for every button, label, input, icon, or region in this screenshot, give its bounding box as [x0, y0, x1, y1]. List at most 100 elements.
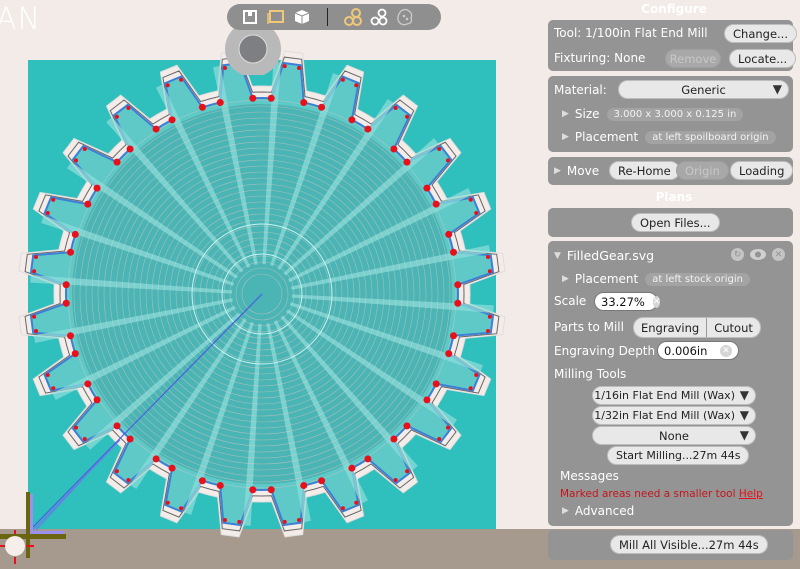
smaller-tool-warning-marker [403, 158, 411, 166]
scale-input[interactable]: 33.27% ✕ [594, 292, 661, 311]
engraving-depth-input[interactable]: 0.006in ✕ [657, 341, 739, 360]
start-milling-button[interactable]: Start Milling...27m 44s [607, 446, 750, 465]
smaller-tool-warning-marker [485, 329, 490, 334]
smaller-tool-warning-marker [216, 482, 224, 490]
smaller-tool-warning-marker [114, 114, 119, 119]
smaller-tool-warning-marker [126, 435, 134, 443]
tool-card: Tool: 1/100in Flat End Mill Change... Fi… [548, 20, 797, 71]
expand-triangle-icon: ▶ [562, 274, 569, 284]
smaller-tool-warning-marker [45, 372, 50, 377]
smaller-tool-warning-marker [340, 77, 345, 82]
smaller-tool-warning-marker [454, 299, 462, 307]
open-files-button[interactable]: Open Files... [631, 213, 720, 232]
smaller-tool-warning-marker [393, 477, 398, 482]
file-name: FilledGear.svg [566, 248, 655, 263]
dropdown-arrow-icon: ▼ [772, 82, 782, 96]
smaller-tool-warning-marker [198, 477, 206, 485]
smaller-tool-warning-marker [126, 145, 134, 153]
milling-tool-select-2[interactable]: 1/32in Flat End Mill (Wax) ▼ [592, 406, 756, 425]
smaller-tool-warning-marker [34, 254, 39, 259]
cutout-toggle[interactable]: Cutout [706, 318, 760, 337]
smaller-tool-warning-marker [437, 437, 442, 442]
error-message: Marked areas need a smaller tool Help [560, 488, 763, 500]
change-tool-button[interactable]: Change... [724, 24, 797, 43]
smaller-tool-warning-marker [300, 482, 308, 490]
smaller-tool-warning-marker [364, 125, 372, 133]
view-top-icon[interactable] [241, 8, 259, 26]
advanced-row[interactable]: ▶ Advanced [562, 504, 634, 518]
smaller-tool-warning-marker [423, 184, 431, 192]
smaller-tool-warning-marker [51, 197, 56, 202]
smaller-tool-warning-marker [354, 500, 359, 505]
milling-tool-select-3[interactable]: None ▼ [592, 426, 756, 445]
smaller-tool-warning-marker [71, 230, 79, 238]
remove-file-icon[interactable]: ✕ [772, 248, 785, 261]
milling-tool-select-1[interactable]: 1/16in Flat End Mill (Wax) ▼ [592, 386, 756, 405]
file-placement-row[interactable]: ▶ Placement at left stock origin [562, 272, 751, 286]
smaller-tool-warning-marker [113, 158, 121, 166]
mill-all-visible-button[interactable]: Mill All Visible...27m 44s [610, 535, 768, 554]
origin-button[interactable]: Origin [676, 161, 729, 180]
material-label: Material: [554, 83, 607, 97]
smaller-tool-warning-marker [487, 314, 492, 319]
show-toolpaths-outline-icon[interactable] [370, 8, 388, 26]
view-3d-icon[interactable] [293, 8, 311, 26]
loading-button[interactable]: Loading [730, 161, 794, 180]
smaller-tool-warning-marker [297, 66, 302, 71]
remove-fixture-button[interactable]: Remove [665, 49, 721, 68]
smaller-tool-warning-marker [445, 425, 450, 430]
file-placement-value: at left stock origin [645, 272, 751, 286]
smaller-tool-warning-marker [179, 77, 184, 82]
clear-scale-icon[interactable]: ✕ [652, 295, 661, 308]
file-header[interactable]: ▼ FilledGear.svg [554, 248, 654, 263]
smaller-tool-warning-marker [84, 380, 92, 388]
show-material-icon[interactable] [396, 8, 414, 26]
smaller-tool-warning-marker [62, 299, 70, 307]
refresh-icon[interactable]: ↻ [731, 248, 744, 261]
fixturing-label: Fixturing: None [554, 51, 646, 65]
parts-segmented-control: Engraving Cutout [633, 317, 761, 338]
smaller-tool-warning-marker [168, 116, 176, 124]
smaller-tool-warning-marker [487, 269, 492, 274]
smaller-tool-warning-marker [432, 380, 440, 388]
smaller-tool-warning-marker [62, 281, 70, 289]
rehome-button[interactable]: Re-Home [609, 161, 680, 180]
expand-triangle-icon: ▶ [562, 506, 569, 516]
placement-row[interactable]: ▶ Placement at left spoilboard origin [562, 130, 776, 144]
smaller-tool-warning-marker [364, 455, 372, 463]
smaller-tool-warning-marker [126, 106, 131, 111]
locate-button[interactable]: Locate... [729, 49, 797, 68]
smaller-tool-warning-marker [74, 158, 79, 163]
view-toolbar [227, 4, 441, 30]
parts-to-mill-label: Parts to Mill [554, 320, 624, 334]
smaller-tool-warning-marker [390, 435, 398, 443]
placement-label: Placement [574, 130, 639, 144]
move-row[interactable]: ▶ Move [554, 164, 599, 178]
smaller-tool-warning-marker [82, 146, 87, 151]
smaller-tool-warning-marker [468, 197, 473, 202]
smaller-tool-warning-marker [267, 94, 275, 102]
smaller-tool-warning-marker [249, 486, 257, 494]
size-value: 3.000 x 3.000 x 0.125 in [606, 107, 744, 121]
toolpath-preview[interactable] [0, 0, 540, 569]
advanced-label: Advanced [574, 504, 635, 518]
plans-heading: Plans [655, 190, 693, 204]
view-front-icon[interactable] [267, 8, 285, 26]
open-files-card: Open Files... [548, 208, 793, 237]
smaller-tool-warning-marker [152, 455, 160, 463]
clear-depth-icon[interactable]: ✕ [720, 344, 732, 357]
smaller-tool-warning-marker [450, 248, 458, 256]
visibility-eye-icon[interactable] [749, 248, 767, 261]
show-toolpaths-filled-icon[interactable] [344, 8, 362, 26]
smaller-tool-warning-marker [423, 396, 431, 404]
scale-value: 33.27% [601, 294, 645, 309]
material-select[interactable]: Generic ▼ [618, 80, 789, 99]
engraving-depth-value: 0.006in [664, 343, 708, 358]
size-row[interactable]: ▶ Size 3.000 x 3.000 x 0.125 in [562, 107, 744, 121]
smaller-tool-warning-marker [485, 254, 490, 259]
smaller-tool-warning-marker [249, 94, 257, 102]
smaller-tool-warning-marker [165, 500, 170, 505]
engraving-toggle[interactable]: Engraving [634, 318, 707, 337]
smaller-tool-warning-marker [468, 386, 473, 391]
help-link[interactable]: Help [739, 488, 763, 500]
